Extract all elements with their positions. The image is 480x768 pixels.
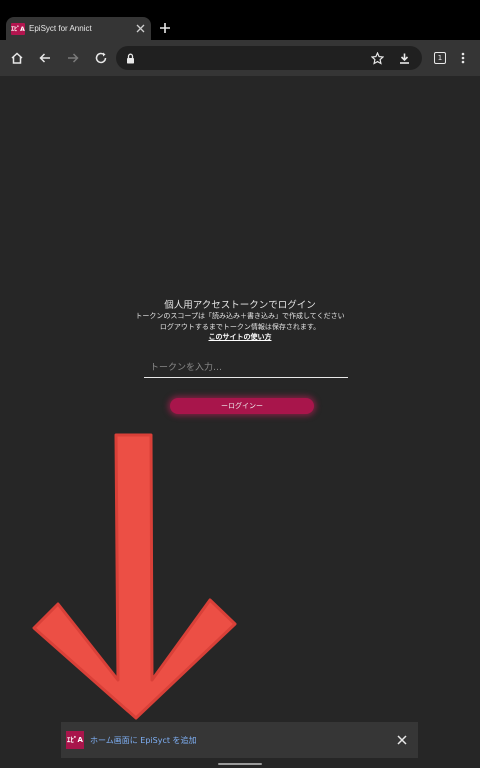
browser-tab[interactable]: ｴﾋﾟA EpiSyct for Annict: [6, 17, 151, 40]
login-button[interactable]: ーログインー: [170, 398, 314, 414]
site-favicon-icon: ｴﾋﾟA: [11, 22, 25, 35]
how-to-use-link[interactable]: このサイトの使い方: [0, 332, 480, 342]
address-bar[interactable]: [116, 46, 422, 70]
new-tab-icon[interactable]: [158, 21, 172, 35]
gesture-handle[interactable]: [218, 763, 262, 765]
close-tab-icon[interactable]: [135, 24, 145, 34]
tab-strip: ｴﾋﾟA EpiSyct for Annict: [0, 0, 480, 40]
more-menu-icon[interactable]: [459, 49, 467, 67]
forward-icon[interactable]: [64, 49, 82, 67]
app-logo-icon: ｴﾋﾟA: [66, 731, 84, 749]
home-icon[interactable]: [8, 49, 26, 67]
tab-title: EpiSyct for Annict: [29, 24, 92, 33]
lock-icon[interactable]: [124, 52, 136, 64]
back-icon[interactable]: [36, 49, 54, 67]
login-description: トークンのスコープは「読み込み＋書き込み」で作成してください ログアウトするまで…: [0, 311, 480, 333]
token-input[interactable]: [144, 358, 348, 378]
reload-icon[interactable]: [92, 49, 110, 67]
install-app-banner[interactable]: ｴﾋﾟA ホーム画面に EpiSyct を追加: [61, 722, 418, 758]
down-arrow-icon: [32, 433, 237, 720]
bookmark-star-icon[interactable]: [369, 50, 385, 66]
install-banner-text[interactable]: ホーム画面に EpiSyct を追加: [90, 735, 197, 746]
close-banner-icon[interactable]: [397, 735, 407, 745]
login-title: 個人用アクセストークンでログイン: [164, 300, 316, 311]
download-icon[interactable]: [396, 50, 412, 66]
tab-switcher-button[interactable]: 1: [434, 52, 446, 64]
description-line-1: トークンのスコープは「読み込み＋書き込み」で作成してください: [135, 312, 345, 320]
